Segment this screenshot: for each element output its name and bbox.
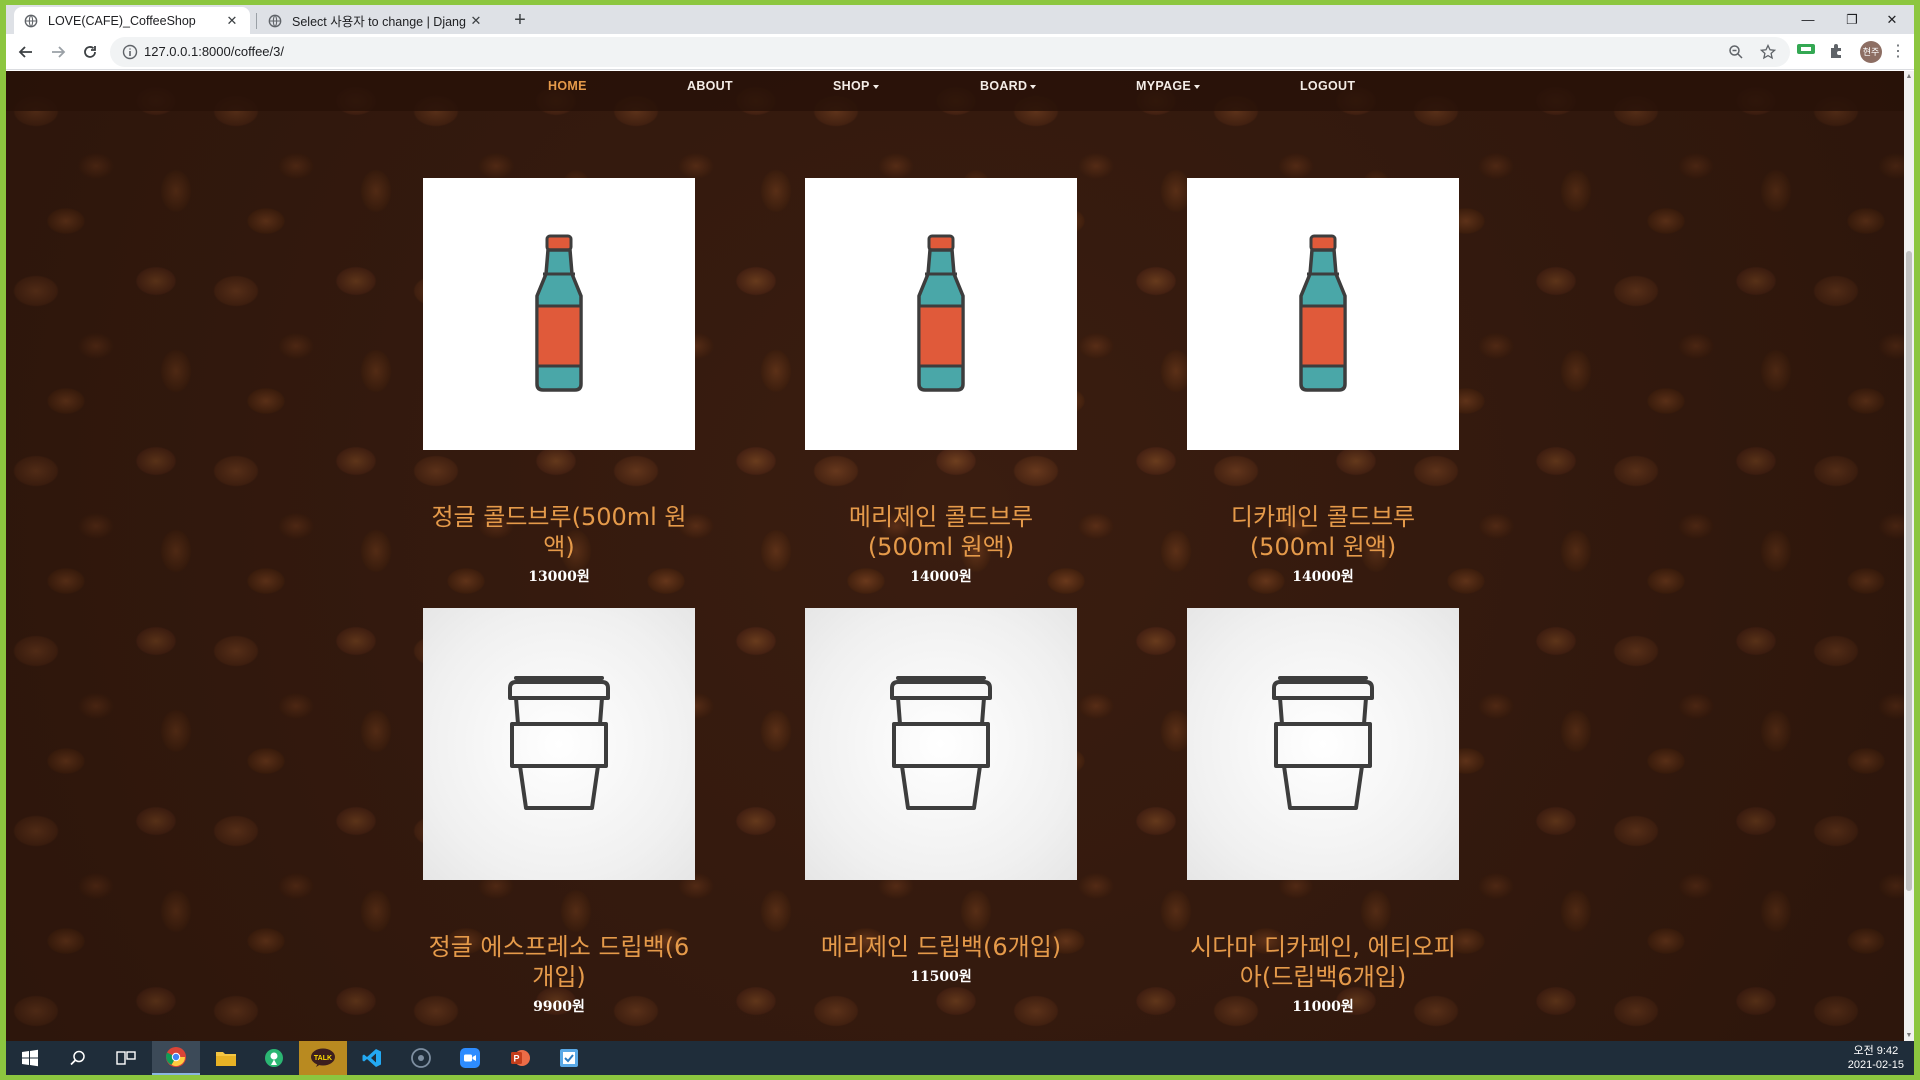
chevron-down-icon (1194, 84, 1201, 89)
tab-title: Select 사용자 to change | Djang (292, 15, 466, 29)
product-card[interactable]: 디카페인 콜드브루(500ml 원액) 14000원 (1187, 178, 1459, 586)
powerpoint-icon[interactable]: P (496, 1041, 544, 1075)
maps-icon[interactable] (250, 1041, 298, 1075)
url-text: 127.0.0.1:8000/coffee/3/ (144, 44, 284, 59)
svg-text:P: P (513, 1054, 519, 1064)
product-price: 11500원 (910, 969, 972, 985)
address-bar[interactable]: 127.0.0.1:8000/coffee/3/ (110, 37, 1790, 67)
tab-strip: LOVE(CAFE)_CoffeeShop ✕ Select 사용자 to ch… (6, 5, 1914, 34)
nav-about[interactable]: ABOUT (687, 79, 733, 93)
globe-icon (24, 14, 38, 27)
scroll-down-icon[interactable]: ▼ (1905, 1032, 1913, 1039)
file-explorer-icon[interactable] (202, 1041, 250, 1075)
zoom-icon[interactable] (1728, 44, 1744, 60)
app-icon[interactable] (545, 1041, 593, 1075)
more-menu-icon[interactable]: ⋮ (1890, 42, 1906, 62)
nav-logout[interactable]: LOGOUT (1300, 79, 1355, 93)
nav-mypage[interactable]: MYPAGE (1136, 79, 1201, 93)
browser-toolbar: 127.0.0.1:8000/coffee/3/ 현주 ⋮ (6, 34, 1914, 70)
task-view-icon[interactable] (102, 1041, 150, 1075)
bottle-icon (917, 234, 965, 392)
product-name[interactable]: 디카페인 콜드브루(500ml 원액) (1187, 502, 1459, 562)
vscode-icon[interactable] (348, 1041, 396, 1075)
tab-title: LOVE(CAFE)_CoffeeShop (48, 13, 196, 28)
zoom-icon[interactable] (446, 1041, 494, 1075)
scrollbar-thumb[interactable] (1906, 251, 1912, 891)
product-card[interactable]: 시다마 디카페인, 에티오피아(드립백6개입) 11000원 (1187, 608, 1459, 1016)
close-icon[interactable]: ✕ (468, 13, 484, 29)
product-image[interactable] (805, 608, 1077, 880)
bottle-icon (535, 234, 583, 392)
page-scrollbar[interactable]: ▲ ▼ (1904, 71, 1914, 1041)
avatar[interactable]: 현주 (1860, 41, 1882, 63)
app-icon[interactable] (397, 1041, 445, 1075)
product-card[interactable]: 정글 에스프레소 드립백(6개입) 9900원 (423, 608, 695, 1016)
extensions-puzzle-icon[interactable] (1828, 42, 1846, 60)
chevron-down-icon (1030, 84, 1037, 89)
product-card[interactable]: 메리제인 콜드브루(500ml 원액) 14000원 (805, 178, 1077, 586)
product-price: 13000원 (528, 569, 590, 585)
product-price: 11000원 (1292, 999, 1354, 1015)
reload-icon[interactable] (78, 40, 102, 64)
bookmark-star-icon[interactable] (1760, 44, 1776, 60)
back-icon[interactable] (14, 40, 38, 64)
new-tab-button[interactable]: + (506, 7, 534, 33)
tab-divider (256, 13, 257, 29)
product-image[interactable] (1187, 608, 1459, 880)
product-name[interactable]: 정글 콜드브루(500ml 원액) (423, 502, 695, 562)
product-name[interactable]: 메리제인 드립백(6개입) (805, 932, 1077, 962)
nav-board[interactable]: BOARD (980, 79, 1037, 93)
browser-window: LOVE(CAFE)_CoffeeShop ✕ Select 사용자 to ch… (6, 5, 1914, 1041)
page-viewport: HOME ABOUT SHOP BOARD MYPAGE LOGOUT 정글 콜… (6, 71, 1904, 1041)
close-icon[interactable]: ✕ (224, 13, 240, 29)
tab-coffeeshop[interactable]: LOVE(CAFE)_CoffeeShop ✕ (14, 7, 250, 34)
product-name[interactable]: 정글 에스프레소 드립백(6개입) (423, 932, 695, 992)
scroll-up-icon[interactable]: ▲ (1905, 73, 1913, 80)
restore-icon[interactable]: ❐ (1830, 5, 1874, 34)
chrome-icon[interactable] (152, 1041, 200, 1075)
product-card[interactable]: 메리제인 드립백(6개입) 11500원 (805, 608, 1077, 986)
cup-icon (1272, 676, 1374, 810)
product-name[interactable]: 메리제인 콜드브루(500ml 원액) (805, 502, 1077, 562)
product-price: 9900원 (533, 999, 585, 1015)
info-icon[interactable] (122, 44, 138, 60)
product-image[interactable] (805, 178, 1077, 450)
nav-shop[interactable]: SHOP (833, 79, 879, 93)
kakao-label: TALK (314, 1055, 332, 1062)
product-price: 14000원 (910, 569, 972, 585)
system-clock[interactable]: 오전 9:42 2021-02-15 (1848, 1044, 1904, 1072)
site-navbar: HOME ABOUT SHOP BOARD MYPAGE LOGOUT (6, 71, 1904, 111)
product-name[interactable]: 시다마 디카페인, 에티오피아(드립백6개입) (1187, 932, 1459, 992)
globe-icon (268, 14, 282, 27)
product-price: 14000원 (1292, 569, 1354, 585)
clock-date: 2021-02-15 (1847, 1059, 1904, 1071)
product-image[interactable] (423, 608, 695, 880)
nav-home[interactable]: HOME (548, 79, 587, 93)
chevron-down-icon (872, 84, 879, 89)
cup-icon (890, 676, 992, 810)
cup-icon (508, 676, 610, 810)
forward-icon[interactable] (46, 40, 70, 64)
close-window-icon[interactable]: ✕ (1870, 5, 1914, 34)
bottle-icon (1299, 234, 1347, 392)
product-image[interactable] (1187, 178, 1459, 450)
tab-django-admin[interactable]: Select 사용자 to change | Djang ✕ (258, 7, 494, 34)
start-icon[interactable] (6, 1041, 54, 1075)
taskbar: TALK P 오전 9:42 2021-02-15 (6, 1041, 1914, 1075)
search-icon[interactable] (54, 1041, 102, 1075)
extension-badge-icon[interactable] (1796, 42, 1816, 56)
kakaotalk-icon[interactable]: TALK (299, 1041, 347, 1075)
product-image[interactable] (423, 178, 695, 450)
minimize-icon[interactable]: — (1786, 5, 1830, 34)
clock-time: 오전 9:42 (1853, 1045, 1899, 1057)
product-card[interactable]: 정글 콜드브루(500ml 원액) 13000원 (423, 178, 695, 586)
